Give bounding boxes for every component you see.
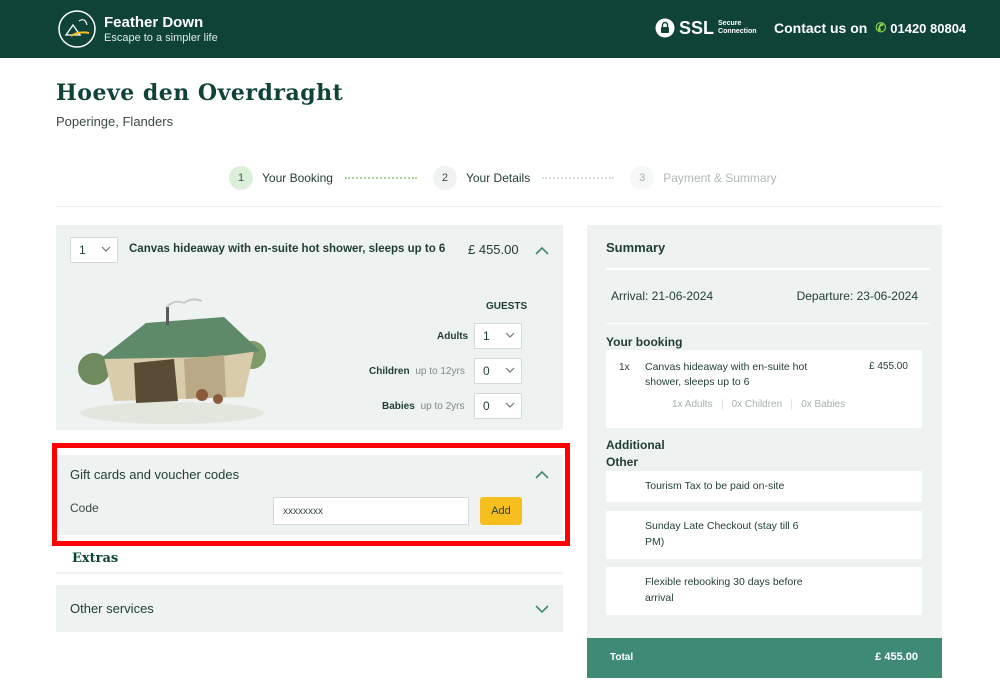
total-value: £ 455.00 — [875, 651, 918, 663]
babies-label: Babies up to 2yrs — [382, 401, 465, 412]
adults-label: Adults — [437, 331, 468, 342]
extra-item: Flexible rebooking 30 days before arriva… — [606, 567, 922, 615]
brand-name[interactable]: Feather Down — [104, 14, 203, 31]
contact-label: Contact us on — [774, 20, 868, 36]
highlight-box — [52, 443, 570, 546]
feather-down-logo-icon[interactable] — [57, 9, 97, 49]
departure-date: Departure: 23-06-2024 — [796, 289, 918, 303]
divider — [606, 268, 930, 270]
booking-guest-breakdown: 1x Adults 0x Children 0x Babies — [672, 399, 854, 410]
babies-label-text: Babies — [382, 401, 415, 412]
booking-steps: 1 Your Booking 2 Your Details 3 Payment … — [229, 166, 777, 190]
contact-info: Contact us on ✆ 01420 80804 — [774, 20, 966, 36]
booking-adults: 1x Adults — [672, 399, 713, 410]
step-2-number: 2 — [432, 166, 457, 190]
property-title: Hoeve den Overdraght — [56, 80, 344, 106]
booking-babies: 0x Babies — [791, 399, 854, 410]
children-value: 0 — [483, 364, 490, 378]
your-booking-title: Your booking — [606, 335, 683, 349]
top-header: Feather Down Escape to a simpler life SS… — [0, 0, 1000, 58]
phone-icon: ✆ — [875, 20, 887, 35]
extra-item: Sunday Late Checkout (stay till 6 PM) — [606, 511, 922, 559]
babies-value: 0 — [483, 399, 490, 413]
step-2-label[interactable]: Your Details — [466, 171, 530, 185]
other-services-title[interactable]: Other services — [70, 601, 154, 616]
tent-image — [78, 298, 266, 424]
step-connector — [344, 177, 417, 179]
brand-tagline: Escape to a simpler life — [104, 32, 218, 44]
chevron-down-icon — [101, 246, 111, 252]
booking-price: £ 455.00 — [869, 361, 908, 372]
phone-number[interactable]: 01420 80804 — [890, 21, 966, 36]
room-price: £ 455.00 — [468, 242, 519, 257]
ssl-sublabel: Secure Connection — [718, 20, 757, 35]
chevron-down-icon — [505, 332, 515, 338]
room-name: Canvas hideaway with en-suite hot shower… — [129, 243, 446, 255]
other-services-panel[interactable]: Other services — [56, 585, 563, 632]
property-location: Poperinge, Flanders — [56, 114, 174, 129]
additional-title: Additional — [606, 438, 665, 452]
adults-value: 1 — [483, 329, 490, 343]
extras-title: Extras — [72, 551, 119, 566]
children-label: Children up to 12yrs — [369, 366, 465, 377]
adults-select[interactable]: 1 — [474, 323, 522, 349]
lock-icon — [655, 18, 675, 38]
booking-children: 0x Children — [721, 399, 792, 410]
step-connector — [542, 177, 615, 179]
divider — [56, 206, 942, 207]
room-booking-panel: 1 Canvas hideaway with en-suite hot show… — [56, 225, 563, 430]
adults-label-text: Adults — [437, 331, 469, 342]
babies-age-hint: up to 2yrs — [420, 401, 465, 412]
divider — [606, 323, 930, 324]
divider — [56, 572, 563, 574]
summary-title: Summary — [606, 240, 666, 255]
chevron-up-icon[interactable] — [535, 246, 549, 256]
step-1-label[interactable]: Your Booking — [262, 171, 333, 185]
children-label-text: Children — [369, 366, 410, 377]
chevron-down-icon — [505, 367, 515, 373]
step-3-label: Payment & Summary — [663, 171, 777, 185]
summary-panel: Summary Arrival: 21-06-2024 Departure: 2… — [587, 225, 942, 638]
booking-room-name: Canvas hideaway with en-suite hot shower… — [645, 361, 808, 388]
step-1-number: 1 — [229, 166, 253, 190]
guests-header: GUESTS — [486, 301, 528, 312]
chevron-down-icon[interactable] — [535, 604, 549, 614]
chevron-down-icon — [505, 402, 515, 408]
ssl-label: SSL — [679, 17, 715, 38]
booking-summary-card: 1x Canvas hideaway with en-suite hot sho… — [606, 350, 922, 428]
ssl-badge: SSL Secure Connection — [655, 17, 766, 39]
arrival-date: Arrival: 21-06-2024 — [611, 289, 714, 303]
booking-quantity: 1x — [619, 362, 630, 373]
room-quantity-select[interactable]: 1 — [70, 237, 118, 263]
other-subtitle: Other — [606, 455, 639, 469]
extra-item: Tourism Tax to be paid on-site — [606, 471, 922, 502]
children-age-hint: up to 12yrs — [415, 366, 465, 377]
room-quantity-value: 1 — [79, 243, 86, 257]
total-label: Total — [610, 652, 634, 663]
children-select[interactable]: 0 — [474, 358, 522, 384]
total-bar: Total £ 455.00 — [587, 638, 942, 678]
babies-select[interactable]: 0 — [474, 393, 522, 419]
step-3-number: 3 — [630, 166, 655, 190]
